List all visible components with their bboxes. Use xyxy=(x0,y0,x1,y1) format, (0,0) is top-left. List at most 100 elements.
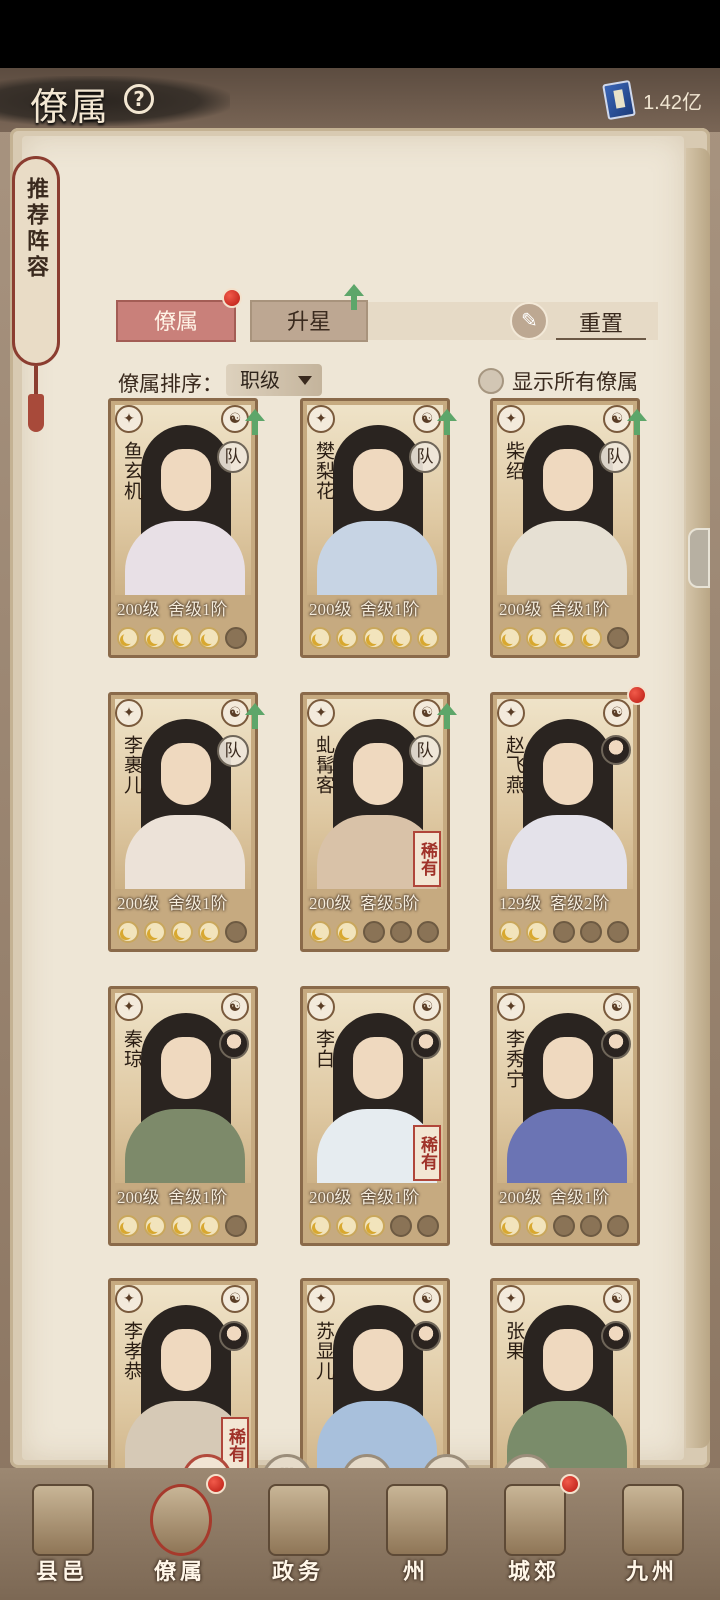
retainer-name: 张果 xyxy=(503,1321,525,1361)
moon-star-icon xyxy=(117,627,139,649)
moon-star-icon xyxy=(580,921,602,943)
moon-star-icon xyxy=(553,627,575,649)
nav-item[interactable]: 僚属 xyxy=(130,1474,230,1594)
rank-text: 舍级1阶 xyxy=(168,1188,228,1207)
retainer-name: 虬髯客 xyxy=(313,735,335,795)
level-rank-line: 129级 客级2阶 xyxy=(499,889,635,914)
caret-down-icon xyxy=(298,376,312,385)
retainer-name: 柴绍 xyxy=(503,441,525,481)
retainer-card[interactable]: ✦ ☯ 李孝恭 稀有 xyxy=(108,1278,258,1484)
level-rank-line: 200级 舍级1阶 xyxy=(499,1183,635,1208)
show-all-label[interactable]: 显示所有僚属 xyxy=(512,366,638,396)
retainer-card[interactable]: ✦ ☯ 张果 xyxy=(490,1278,640,1484)
moon-star-icon xyxy=(607,1215,629,1237)
attribute-icon: ☯ xyxy=(221,993,249,1021)
moon-star-icon xyxy=(171,627,193,649)
class-icon: ✦ xyxy=(497,405,525,433)
moon-star-icon xyxy=(336,921,358,943)
retainer-card[interactable]: ✦ ☯ 赵飞燕 129级 客级2阶 xyxy=(490,685,647,952)
retainer-card[interactable]: ✦ ☯ 樊梨花队 200级 舍级1阶 xyxy=(300,398,457,658)
retainer-name: 赵飞燕 xyxy=(503,735,525,795)
book-page: 僚属 升星 重置 僚属排序： 职级 显示所有僚属 ✦ ☯ 鱼玄机队200级 舍级… xyxy=(22,136,684,1504)
retainer-card[interactable]: ✦ ☯ 李秀宁 200级 舍级1阶 xyxy=(490,986,640,1246)
retainer-card[interactable]: ✦ ☯ 柴绍队 200级 舍级1阶 xyxy=(490,398,647,658)
reset-icon[interactable] xyxy=(510,302,548,340)
moon-star-icon xyxy=(607,921,629,943)
level-text: 200级 xyxy=(309,894,352,913)
currency-display[interactable]: 1.42亿 xyxy=(602,79,702,121)
show-all-radio[interactable] xyxy=(478,368,504,394)
nav-label: 城郊 xyxy=(507,1559,560,1585)
team-badge: 队 xyxy=(217,735,249,767)
upgrade-arrow-icon xyxy=(627,409,647,435)
moon-star-icon xyxy=(526,627,548,649)
upgrade-arrow-icon xyxy=(245,703,265,729)
rare-badge: 稀有 xyxy=(413,1125,441,1181)
portrait-face xyxy=(543,743,593,805)
nav-art-icon xyxy=(622,1484,684,1556)
level-rank-line: 200级 舍级1阶 xyxy=(309,595,445,620)
side-pull-tab[interactable] xyxy=(688,528,710,588)
portrait-face xyxy=(543,449,593,511)
moon-star-icon xyxy=(390,627,412,649)
moon-star-icon xyxy=(580,627,602,649)
moon-star-icon xyxy=(225,1215,247,1237)
portrait-image xyxy=(115,993,251,1183)
portrait-robe xyxy=(507,1109,627,1183)
nav-art-icon xyxy=(32,1484,94,1556)
sort-dropdown[interactable]: 职级 xyxy=(226,364,322,396)
moon-star-icon xyxy=(144,1215,166,1237)
portrait-face xyxy=(161,1037,211,1099)
avatar xyxy=(601,735,631,765)
upgrade-arrow-icon xyxy=(437,703,457,729)
nav-item[interactable]: 州 xyxy=(366,1478,466,1594)
avatar xyxy=(219,1321,249,1351)
title-strip: 僚属 ? 1.42亿 xyxy=(0,68,720,132)
team-badge: 队 xyxy=(217,441,249,473)
upgrade-arrow-icon xyxy=(245,409,265,435)
retainer-card[interactable]: ✦ ☯ 鱼玄机队 200级 舍级1阶 xyxy=(108,398,265,658)
retainer-name: 秦琼 xyxy=(121,1029,143,1069)
retainer-card[interactable]: ✦ ☯ 秦琼 200级 舍级1阶 xyxy=(108,986,258,1246)
retainer-name: 李秀宁 xyxy=(503,1029,525,1089)
nav-item[interactable]: 城郊 xyxy=(484,1474,584,1594)
level-rank-line: 200级 舍级1阶 xyxy=(117,1183,253,1208)
class-icon: ✦ xyxy=(307,699,335,727)
nav-item[interactable]: 政务 xyxy=(248,1478,348,1594)
recommend-lineup-label: 推荐阵容 xyxy=(23,177,49,281)
retainer-card[interactable]: ✦ ☯ 李裹儿队 200级 舍级1阶 xyxy=(108,692,265,952)
moon-star-icon xyxy=(417,627,439,649)
nav-item[interactable]: 县邑 xyxy=(12,1478,112,1594)
class-icon: ✦ xyxy=(497,993,525,1021)
help-icon[interactable]: ? xyxy=(124,84,154,114)
moon-star-icon xyxy=(363,1215,385,1237)
rank-text: 舍级1阶 xyxy=(360,1188,420,1207)
nav-item[interactable]: 九州 xyxy=(602,1478,702,1594)
nav-art-icon xyxy=(386,1484,448,1556)
team-badge: 队 xyxy=(409,735,441,767)
class-icon: ✦ xyxy=(115,405,143,433)
level-rank-line: 200级 客级5阶 xyxy=(309,889,445,914)
moon-star-icon xyxy=(499,1215,521,1237)
retainer-name: 李孝恭 xyxy=(121,1321,143,1381)
level-rank-line: 200级 舍级1阶 xyxy=(117,889,253,914)
moon-star-icon xyxy=(117,1215,139,1237)
attribute-icon: ☯ xyxy=(413,1285,441,1313)
book-panel: 僚属 升星 重置 僚属排序： 职级 显示所有僚属 ✦ ☯ 鱼玄机队200级 舍级… xyxy=(10,128,710,1504)
retainer-card[interactable]: ✦ ☯ 李白 稀有 200级 舍级1阶 xyxy=(300,986,450,1246)
level-text: 200级 xyxy=(117,894,160,913)
tab-retainers[interactable]: 僚属 xyxy=(116,300,236,342)
moon-star-icon xyxy=(309,627,331,649)
star-row xyxy=(117,921,247,943)
portrait-image xyxy=(497,1285,633,1481)
rank-text: 客级2阶 xyxy=(550,894,610,913)
class-icon: ✦ xyxy=(115,993,143,1021)
reset-button[interactable]: 重置 xyxy=(556,306,646,340)
level-text: 200级 xyxy=(309,1188,352,1207)
moon-star-icon xyxy=(417,1215,439,1237)
retainer-card[interactable]: ✦ ☯ 苏显儿 xyxy=(300,1278,450,1484)
retainer-card[interactable]: ✦ ☯ 虬髯客队稀有 200级 客级5阶 xyxy=(300,692,457,952)
class-icon: ✦ xyxy=(497,699,525,727)
level-rank-line: 200级 舍级1阶 xyxy=(499,595,635,620)
recommend-lineup-button[interactable]: 推荐阵容 xyxy=(12,156,60,366)
